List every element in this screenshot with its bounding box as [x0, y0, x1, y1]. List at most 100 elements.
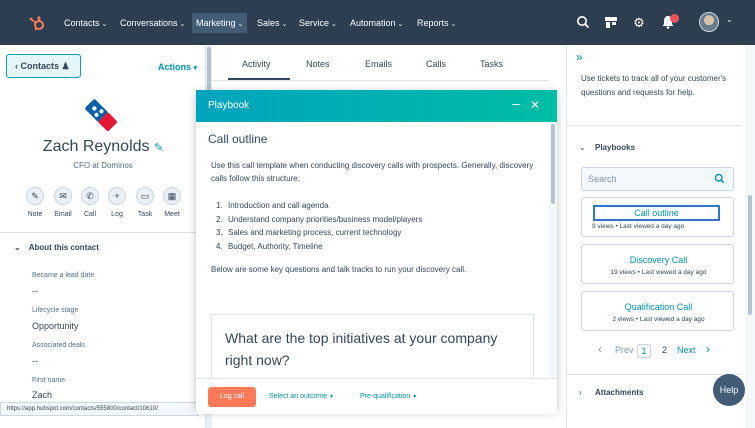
task-icon[interactable]: ▭ — [136, 187, 154, 205]
playbook-item-qualification-call[interactable]: Qualification Call 2 views • Last viewed… — [581, 291, 734, 331]
chevron-down-icon[interactable]: ⌄ — [579, 143, 586, 152]
playbook-item-meta: 2 views • Last viewed a day ago — [612, 316, 705, 323]
avatar[interactable] — [699, 12, 719, 32]
close-icon[interactable]: ✕ — [528, 98, 542, 112]
list-item: 4. Budget, Authority, Timeline — [216, 241, 323, 251]
playbooks-section-header[interactable]: Playbooks — [595, 143, 635, 152]
edit-pencil-icon[interactable]: ✎ — [154, 142, 163, 154]
nav-service[interactable]: Service ⌄ — [299, 13, 337, 33]
playbook-header: Playbook – ✕ — [196, 90, 557, 122]
nav-automation[interactable]: Automation ⌄ — [350, 13, 403, 33]
about-section-toggle[interactable]: ⌄ About this contact — [14, 243, 99, 252]
tab-notes[interactable]: Notes — [306, 59, 330, 69]
collapse-sidebar-icon[interactable]: » — [576, 50, 583, 64]
playbook-intro: Use this call template when conducting d… — [211, 161, 534, 183]
tab-divider — [211, 80, 549, 81]
property-value[interactable]: Zach — [32, 390, 52, 400]
property-value[interactable]: -- — [32, 356, 38, 366]
back-to-contacts-button[interactable]: ‹ Contacts ♟ — [6, 54, 81, 78]
playbook-search-input[interactable]: Search — [581, 167, 734, 191]
help-button[interactable]: Help — [713, 374, 745, 406]
chevron-down-icon: ▾ — [193, 65, 198, 72]
property-value[interactable]: Opportunity — [32, 321, 79, 331]
email-label: Email — [54, 211, 72, 218]
note-label: Note — [27, 211, 43, 218]
tab-activity[interactable]: Activity — [242, 59, 271, 69]
actions-dropdown[interactable]: Actions ▾ — [158, 62, 197, 72]
playbook-scrollbar[interactable] — [549, 122, 557, 410]
playbook-item-title[interactable]: Call outline — [593, 205, 720, 221]
contact-name: Zach Reynolds ✎ — [42, 138, 164, 155]
stage-dropdown[interactable]: Pre-qualification ▾ — [360, 393, 416, 400]
settings-icon[interactable]: ⚙ — [631, 15, 647, 31]
pager-prev[interactable]: Prev — [615, 345, 634, 355]
chevron-down-icon: ▾ — [329, 394, 333, 400]
playbook-item-call-outline[interactable]: Call outline 9 views • Last viewed a day… — [581, 197, 734, 237]
active-tab-indicator — [228, 78, 290, 80]
playbook-item-title[interactable]: Qualification Call — [582, 302, 735, 312]
playbook-after-text: Below are some key questions and talk tr… — [211, 265, 467, 274]
contact-job-title: CFO at Dominos — [73, 161, 133, 170]
hubspot-logo-icon[interactable] — [28, 15, 46, 33]
log-icon[interactable]: + — [108, 187, 126, 205]
company-logo — [85, 99, 117, 131]
list-item: 3. Sales and marketing process, current t… — [216, 228, 402, 237]
chevron-right-icon[interactable]: › — [706, 342, 710, 356]
playbook-item-title[interactable]: Discovery Call — [582, 255, 735, 265]
pager-page-1[interactable]: 1 — [637, 344, 651, 358]
question-text: What are the top initiatives at your com… — [225, 330, 498, 368]
log-label: Log — [111, 211, 123, 218]
divider — [567, 374, 742, 375]
note-icon[interactable]: ✎ — [26, 187, 44, 205]
divider — [0, 232, 206, 233]
outcome-dropdown[interactable]: Select an outcome ▾ — [269, 393, 333, 400]
list-item: 2. Understand company priorities/business… — [216, 214, 423, 224]
property-label: Lifecycle stage — [32, 307, 79, 314]
playbook-panel: Playbook – ✕ Call outline Use this call … — [196, 90, 557, 410]
tab-emails[interactable]: Emails — [365, 59, 392, 69]
nav-conversations[interactable]: Conversations ⌄ — [120, 13, 185, 33]
chevron-down-icon[interactable]: ⌄ — [726, 15, 733, 24]
search-placeholder: Search — [588, 174, 617, 184]
pager-next[interactable]: Next — [677, 345, 696, 355]
meet-label: Meet — [164, 211, 180, 218]
tickets-help-text: Use tickets to track all of your custome… — [581, 74, 727, 97]
minimize-icon[interactable]: – — [509, 97, 523, 112]
attachments-section-header[interactable]: Attachments — [595, 388, 643, 397]
log-call-button[interactable]: Log call — [208, 387, 256, 407]
email-icon[interactable]: ✉ — [54, 187, 72, 205]
meet-icon[interactable]: ▦ — [163, 187, 181, 205]
property-label: Associated deals — [32, 342, 85, 349]
playbook-header-title: Playbook — [208, 100, 250, 111]
tab-tasks[interactable]: Tasks — [480, 59, 503, 69]
divider — [567, 125, 742, 126]
right-scrollbar[interactable] — [745, 45, 755, 428]
search-icon[interactable] — [575, 15, 591, 31]
property-value[interactable]: -- — [32, 286, 38, 296]
search-icon[interactable] — [714, 173, 725, 187]
property-label: Became a lead date — [32, 272, 95, 279]
nav-reports[interactable]: Reports ⌄ — [417, 13, 456, 33]
task-label: Task — [137, 211, 153, 218]
nav-contacts[interactable]: Contacts ⌄ — [64, 13, 107, 33]
property-label: First name — [32, 377, 66, 384]
playbook-title: Call outline — [208, 132, 268, 146]
playbook-item-meta: 9 views • Last viewed a day ago — [592, 223, 685, 230]
chevron-right-icon[interactable]: › — [579, 388, 582, 397]
person-icon: ♟ — [61, 61, 70, 71]
call-icon[interactable]: ✆ — [81, 187, 99, 205]
chevron-down-icon: ⌄ — [14, 243, 21, 252]
chevron-left-icon[interactable]: ‹ — [598, 342, 602, 356]
chevron-down-icon: ▾ — [413, 394, 417, 400]
playbook-footer: Log call Select an outcome ▾ Pre-qualific… — [196, 378, 557, 414]
tab-calls[interactable]: Calls — [426, 59, 446, 69]
marketplace-icon[interactable] — [603, 15, 619, 31]
playbook-item-meta: 19 views • Last viewed a day ago — [610, 269, 707, 276]
pager-page-2[interactable]: 2 — [662, 345, 667, 355]
playbook-steps: 1. Introduction and call agenda 2. Underst… — [216, 199, 422, 253]
nav-sales[interactable]: Sales ⌄ — [257, 13, 287, 33]
status-bar-url: https://app.hubspot.com/contacts/555800/… — [0, 402, 199, 416]
nav-marketing[interactable]: Marketing ⌄ — [192, 13, 248, 33]
playbook-item-discovery-call[interactable]: Discovery Call 19 views • Last viewed a … — [581, 244, 734, 284]
list-item: 1. Introduction and call agenda — [216, 201, 329, 210]
